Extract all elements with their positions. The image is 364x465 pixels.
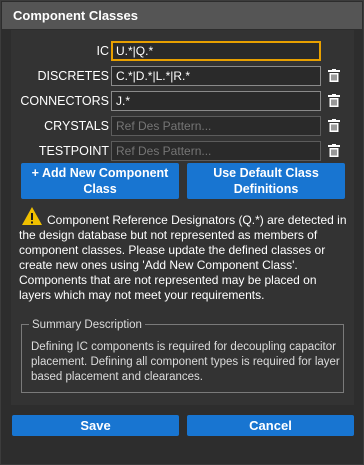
class-pattern-input-testpoint[interactable] xyxy=(111,141,321,161)
component-classes-dialog: Component Classes IC DISCRETES CONNECTOR… xyxy=(0,0,364,465)
summary-description-text: Defining IC components is required for d… xyxy=(31,341,340,383)
use-default-class-definitions-button[interactable]: Use Default Class Definitions xyxy=(187,163,345,199)
class-pattern-input-discretes[interactable] xyxy=(111,66,321,86)
cancel-button[interactable]: Cancel xyxy=(187,415,354,436)
trash-icon[interactable] xyxy=(328,94,340,108)
class-pattern-input-ic[interactable] xyxy=(111,41,321,61)
dialog-titlebar: Component Classes xyxy=(2,2,362,29)
class-warning-message: Component Reference Designators (Q.*) ar… xyxy=(19,213,347,302)
class-pattern-input-crystals[interactable] xyxy=(111,116,321,136)
class-label-crystals: CRYSTALS xyxy=(44,119,109,133)
class-label-discretes: DISCRETES xyxy=(37,69,109,83)
class-label-testpoint: TESTPOINT xyxy=(38,144,109,158)
trash-icon[interactable] xyxy=(328,69,340,83)
class-pattern-input-connectors[interactable] xyxy=(111,91,321,111)
dialog-title: Component Classes xyxy=(13,8,138,23)
trash-icon[interactable] xyxy=(328,144,340,158)
save-button[interactable]: Save xyxy=(12,415,179,436)
trash-icon[interactable] xyxy=(328,119,340,133)
class-label-ic: IC xyxy=(96,44,110,58)
add-new-component-class-button[interactable]: + Add New Component Class xyxy=(21,163,179,199)
summary-description-legend: Summary Description xyxy=(29,319,145,331)
class-label-connectors: CONNECTORS xyxy=(20,94,109,108)
